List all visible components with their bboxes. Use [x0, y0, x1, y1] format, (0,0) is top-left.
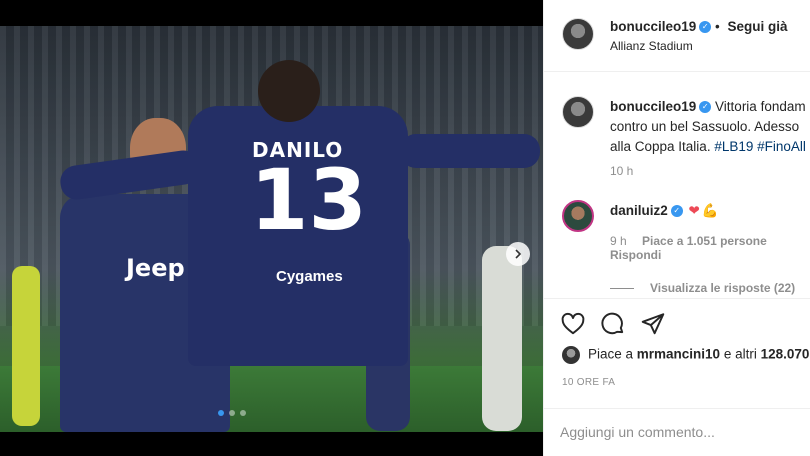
post-actions: Piace a mrmancini10 e altri 128.070 10 O… — [544, 298, 810, 408]
verified-badge-icon: ✓ — [699, 101, 712, 114]
header-username[interactable]: bonuccileo19 — [610, 19, 696, 34]
comments-section[interactable]: bonuccileo19 ✓ Vittoria fondam contro un … — [544, 72, 810, 298]
caption-hashtags[interactable]: #LB19 #FinoAll — [714, 139, 806, 154]
heart-outline-icon[interactable] — [560, 311, 586, 337]
carousel-dot — [218, 410, 224, 416]
comment-timestamp: 9 h — [610, 234, 627, 248]
view-replies-label: Visualizza le risposte (22) — [650, 281, 796, 295]
caption-text-line2: contro un bel Sassuolo. Adesso — [610, 119, 800, 134]
comment-bubble-icon[interactable] — [600, 311, 626, 337]
avatar[interactable] — [562, 18, 594, 50]
caption-text-line3: alla Coppa Italia. — [610, 139, 715, 154]
follow-button[interactable]: Segui già — [728, 19, 788, 34]
front-sponsor-text: Jeep — [126, 254, 185, 282]
add-comment-bar — [544, 408, 810, 456]
carousel-dot — [229, 410, 235, 416]
likes-summary: Piace a mrmancini10 e altri 128.070 — [562, 346, 809, 364]
reply-button[interactable]: Rispondi — [610, 248, 661, 262]
verified-badge-icon: ✓ — [670, 205, 683, 218]
verified-badge-icon: ✓ — [699, 21, 712, 34]
back-sponsor-text: Cygames — [276, 268, 343, 285]
comment-likes[interactable]: Piace a 1.051 persone — [642, 234, 767, 248]
liker-avatar — [562, 346, 580, 364]
jersey-number: 13 — [250, 151, 367, 249]
caption: bonuccileo19 ✓ Vittoria fondam contro un … — [610, 97, 810, 157]
caption-avatar[interactable] — [562, 96, 594, 128]
comment-meta: 9 h Piace a 1.051 persone — [610, 234, 767, 248]
player-right-arm — [400, 134, 540, 168]
liker-username[interactable]: mrmancini10 — [637, 347, 720, 362]
post-side-panel: bonuccileo19 ✓ • Segui già Allianz Stadiu… — [543, 0, 810, 456]
opponent-player — [482, 246, 522, 431]
chevron-right-icon[interactable] — [506, 242, 530, 266]
likes-prefix: Piace a — [588, 346, 637, 362]
likes-suffix: e altri — [720, 346, 761, 362]
back-player-head — [258, 60, 320, 122]
caption-text-line1: Vittoria fondam — [715, 99, 806, 114]
caption-timestamp: 10 h — [610, 164, 634, 178]
header-separator: • — [715, 19, 720, 34]
comment: daniluiz2 ✓ ❤ 💪 — [610, 203, 719, 219]
add-comment-input[interactable] — [560, 421, 800, 443]
comment-avatar[interactable] — [562, 200, 594, 232]
referee-figure — [12, 266, 40, 426]
paper-plane-icon[interactable] — [640, 311, 666, 337]
caption-username[interactable]: bonuccileo19 — [610, 99, 696, 114]
photo-viewer: Jeep DANILO 13 Cygames — [0, 0, 543, 456]
view-replies-button[interactable]: Visualizza le risposte (22) — [610, 281, 795, 295]
carousel-dot — [240, 410, 246, 416]
flexed-biceps-emoji-icon: 💪 — [701, 203, 719, 218]
replies-divider — [610, 288, 634, 290]
post-photo[interactable]: Jeep DANILO 13 Cygames — [0, 26, 543, 432]
post-date: 10 ORE FA — [562, 377, 616, 388]
heart-emoji-icon: ❤ — [688, 203, 700, 218]
comment-username[interactable]: daniluiz2 — [610, 203, 668, 218]
carousel-indicator — [218, 410, 246, 416]
likes-count[interactable]: 128.070 — [761, 347, 810, 362]
header-title: bonuccileo19 ✓ • Segui già — [610, 19, 788, 34]
location-link[interactable]: Allianz Stadium — [610, 39, 693, 53]
post-header: bonuccileo19 ✓ • Segui già Allianz Stadiu… — [544, 0, 810, 72]
